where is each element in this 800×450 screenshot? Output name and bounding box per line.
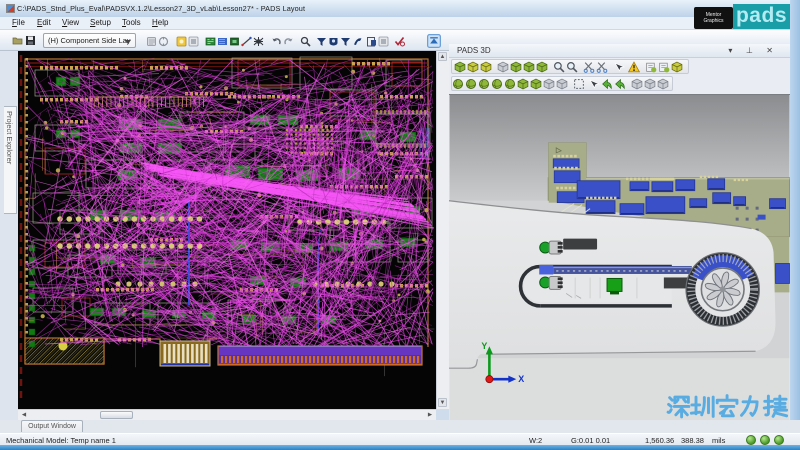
svg-text:Y: Y [481, 341, 487, 351]
svg-text:X: X [518, 374, 524, 384]
